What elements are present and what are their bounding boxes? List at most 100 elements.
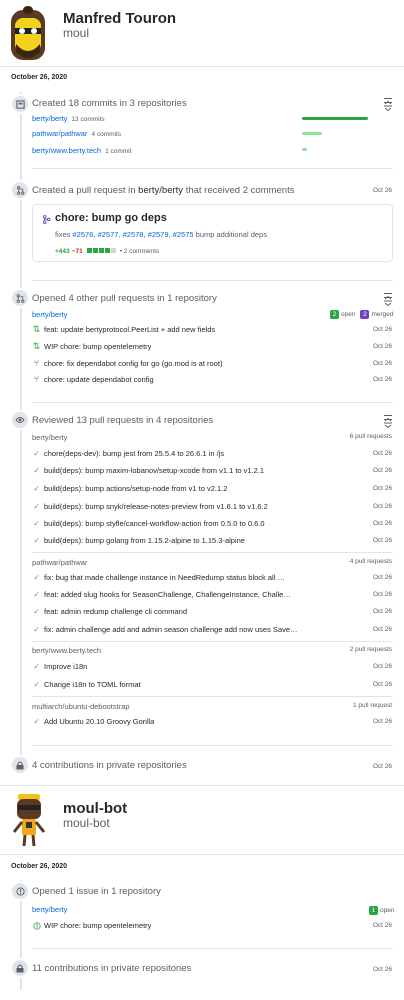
git-pull-request-icon <box>10 288 30 308</box>
pr-count: 1 pull request <box>352 702 392 709</box>
pr-list-item[interactable]: ⇅ WIP chore: bump opentelemetry Oct 26 <box>32 341 394 352</box>
commit-bar <box>302 148 307 151</box>
pull-request-card: chore: bump go deps fixes #2576, #2577, … <box>32 204 393 262</box>
pr-title[interactable]: fix: admin challenge add and admin seaso… <box>44 625 298 634</box>
pr-count: 4 pull requests <box>349 558 392 565</box>
pr-title[interactable]: chore(deps-dev): bump jest from 25.5.4 t… <box>44 449 224 458</box>
pr-title[interactable]: Add Ubuntu 20.10 Groovy Gorilla <box>44 717 154 726</box>
reviewed-summary[interactable]: Reviewed 13 pull requests in 4 repositor… <box>32 415 213 426</box>
activity-date: October 26, 2020 <box>11 74 68 81</box>
pr-title[interactable]: build(deps): bump actions/setup-node fro… <box>44 484 227 493</box>
pr-title[interactable]: feat: added slug hooks for SeasonChallen… <box>44 590 291 599</box>
timestamp: Oct 26 <box>372 681 392 688</box>
pr-title[interactable]: Improve i18n <box>44 662 87 671</box>
repo-name[interactable]: multiarch/ubuntu-debootstrap <box>32 702 130 711</box>
review-item[interactable]: ✓ Change i18n to TOML format Oct 26 <box>32 680 394 689</box>
check-icon: ✓ <box>33 466 40 475</box>
pr-title[interactable]: build(deps): bump styfle/cancel-workflow… <box>44 519 265 528</box>
timestamp: Oct 26 <box>372 450 392 457</box>
opened-prs-summary[interactable]: Opened 4 other pull requests in 1 reposi… <box>32 293 217 304</box>
issue-link[interactable]: #2577, <box>98 230 121 239</box>
issue-link[interactable]: #2578, <box>123 230 146 239</box>
issue-link[interactable]: #2575 <box>173 230 194 239</box>
divider <box>32 168 393 169</box>
pr-title[interactable]: Change i18n to TOML format <box>44 680 141 689</box>
review-item[interactable]: ✓ build(deps): bump actions/setup-node fr… <box>32 484 394 493</box>
pr-title[interactable]: fix: bug that made challenge instance in… <box>44 573 285 582</box>
user-name[interactable]: Manfred Touron <box>63 10 176 27</box>
repo-link[interactable]: berty/berty <box>32 905 67 914</box>
repo-link[interactable]: berty/www.berty.tech <box>32 146 101 155</box>
merged-pr-icon: ⑂ <box>33 358 40 368</box>
pr-title[interactable]: chore: bump go deps <box>55 212 167 224</box>
avatar[interactable] <box>8 6 50 64</box>
review-item[interactable]: ✓ build(deps): bump styfle/cancel-workflo… <box>32 519 394 528</box>
review-item[interactable]: ✓ feat: admin redump challenge cli comman… <box>32 607 394 616</box>
repo-name[interactable]: berty/www.berty.tech <box>32 646 101 655</box>
timestamp: Oct 26 <box>372 503 392 510</box>
repo-row: berty/berty <box>32 310 67 319</box>
collapse-toggle[interactable] <box>384 415 392 429</box>
repo-name[interactable]: berty/berty <box>32 433 67 442</box>
open-pr-icon: ⇅ <box>32 341 41 351</box>
review-item[interactable]: ✓ chore(deps-dev): bump jest from 25.5.4 … <box>32 449 394 458</box>
user-name[interactable]: moul-bot <box>63 800 127 817</box>
merged-pr-icon <box>42 215 51 224</box>
merged-count: 2 <box>360 310 370 319</box>
review-item[interactable]: ✓ build(deps): bump snyk/release-notes-pr… <box>32 502 394 511</box>
review-item[interactable]: ✓ feat: added slug hooks for SeasonChalle… <box>32 590 394 599</box>
commit-count[interactable]: 13 commits <box>71 116 104 123</box>
pr-title[interactable]: chore: fix dependabot config for go (go.… <box>44 359 222 368</box>
issue-opened-icon <box>32 921 41 930</box>
pr-title[interactable]: build(deps): bump snyk/release-notes-pre… <box>44 502 268 511</box>
issue-link[interactable]: #2579, <box>148 230 171 239</box>
timestamp: Oct 26 <box>372 520 392 527</box>
review-item[interactable]: ✓ build(deps): bump maxim-lobanov/setup-x… <box>32 466 394 475</box>
review-group-header: pathwar/pathwar 4 pull requests <box>32 558 394 567</box>
collapse-toggle[interactable] <box>384 293 392 307</box>
user-login[interactable]: moul <box>63 26 89 40</box>
review-item[interactable]: ✓ build(deps): bump golang from 1.15.2-al… <box>32 536 394 545</box>
timestamp: Oct 26 <box>372 574 392 581</box>
issue-link[interactable]: #2576, <box>73 230 96 239</box>
repo-name[interactable]: pathwar/pathwar <box>32 558 87 567</box>
pr-list-item[interactable]: ⑂ chore: update dependabot config Oct 26 <box>32 374 394 384</box>
issues-summary[interactable]: Opened 1 issue in 1 repository <box>32 886 161 897</box>
divider <box>32 280 393 281</box>
review-item[interactable]: ✓ fix: admin challenge add and admin seas… <box>32 625 394 634</box>
review-item[interactable]: ✓ fix: bug that made challenge instance i… <box>32 573 394 582</box>
divider <box>0 785 404 786</box>
repo-link[interactable]: pathwar/pathwar <box>32 129 87 138</box>
user-login[interactable]: moul-bot <box>63 816 110 830</box>
avatar[interactable] <box>8 792 50 850</box>
review-item[interactable]: ✓ Improve i18n Oct 26 <box>32 662 394 671</box>
commit-count[interactable]: 1 commit <box>105 148 131 155</box>
activity-date: October 26, 2020 <box>11 863 68 870</box>
timestamp: Oct 26 <box>372 626 392 633</box>
check-icon: ✓ <box>33 717 40 726</box>
repo-link[interactable]: berty/berty <box>32 114 67 123</box>
pr-title[interactable]: feat: admin redump challenge cli command <box>44 607 187 616</box>
issue-title[interactable]: WIP chore: bump opentelemetry <box>44 921 151 930</box>
pr-title[interactable]: build(deps): bump maxim-lobanov/setup-xc… <box>44 466 264 475</box>
pr-title[interactable]: WIP chore: bump opentelemetry <box>44 342 151 351</box>
issue-list-item[interactable]: WIP chore: bump opentelemetry Oct 26 <box>32 921 394 930</box>
timestamp: Oct 26 <box>372 467 392 474</box>
check-icon: ✓ <box>33 519 40 528</box>
pr-list-item[interactable]: ⑂ chore: fix dependabot config for go (go… <box>32 358 394 368</box>
repo-link[interactable]: berty/berty <box>32 310 67 319</box>
commit-count[interactable]: 4 commits <box>91 131 121 138</box>
divider <box>0 854 404 855</box>
timestamp: Oct 26 <box>372 326 392 333</box>
repo-link[interactable]: berty/berty <box>138 185 183 196</box>
review-item[interactable]: ✓ Add Ubuntu 20.10 Groovy Gorilla Oct 26 <box>32 717 394 726</box>
pr-title[interactable]: feat: update bertyprotocol.PeerList + ad… <box>44 325 215 334</box>
collapse-toggle[interactable] <box>384 98 392 112</box>
commits-summary[interactable]: Created 18 commits in 3 repositories <box>32 98 187 109</box>
pr-title[interactable]: build(deps): bump golang from 1.15.2-alp… <box>44 536 245 545</box>
pr-created-prefix: Created a pull request in <box>32 185 136 196</box>
pr-list-item[interactable]: ⇅ feat: update bertyprotocol.PeerList + a… <box>32 324 394 335</box>
pr-title[interactable]: chore: update dependabot config <box>44 375 154 384</box>
timestamp: Oct 26 <box>372 608 392 615</box>
open-count: 1 <box>369 906 378 915</box>
